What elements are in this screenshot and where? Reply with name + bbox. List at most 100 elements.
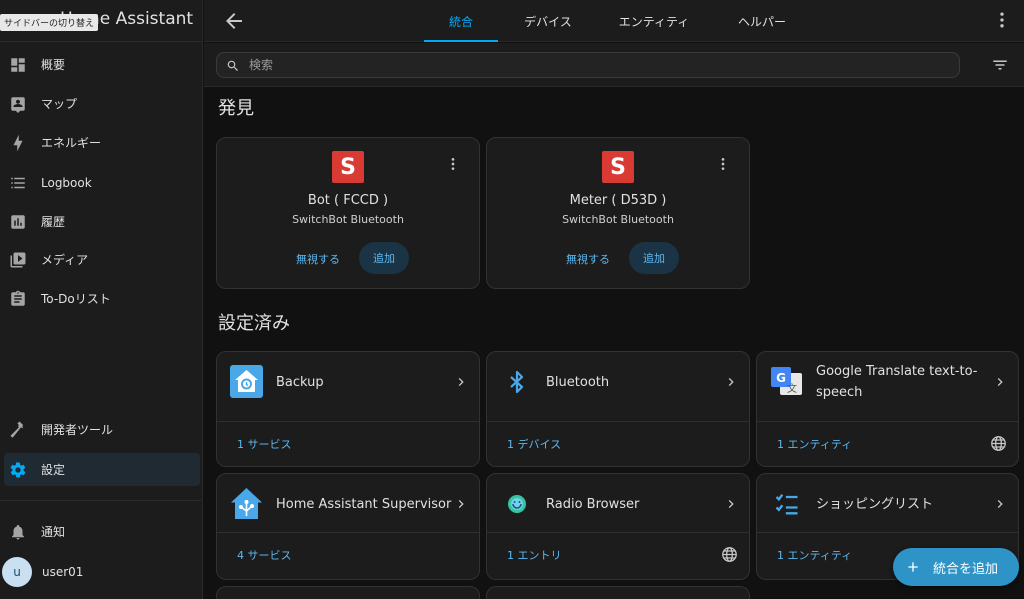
filter-icon[interactable] [991, 56, 1009, 74]
app-root: Home Assistant サイドバーの切り替え 概要 マップ エネルギー L… [0, 0, 1024, 599]
sidebar-item-energy[interactable]: エネルギー [4, 126, 200, 159]
tab-entities[interactable]: エンティティ [604, 0, 704, 42]
integration-name: SwitchBot Bluetooth [562, 213, 674, 226]
ignore-button[interactable]: 無視する [285, 244, 351, 274]
add-button[interactable]: 追加 [359, 242, 409, 274]
sidebar-toggle-tooltip: サイドバーの切り替え [0, 14, 99, 31]
integration-card-partial [486, 586, 750, 599]
sidebar-item-todo[interactable]: To-Doリスト [4, 282, 200, 315]
sidebar-header: Home Assistant サイドバーの切り替え [0, 0, 203, 42]
plus-icon [905, 559, 921, 575]
integration-name: Bluetooth [546, 374, 610, 390]
switchbot-logo-icon: S [332, 151, 364, 183]
bell-icon [9, 523, 27, 541]
avatar: u [2, 556, 32, 587]
sidebar-item-logbook[interactable]: Logbook [4, 166, 200, 199]
sidebar-item-label: 開発者ツール [41, 423, 114, 437]
sidebar-item-label: 設定 [41, 463, 66, 477]
chevron-right-icon [453, 374, 469, 390]
gear-icon [9, 461, 27, 479]
integration-card-header[interactable]: G文 Google Translate text-to-speech [757, 352, 1018, 420]
chevron-right-icon [723, 496, 739, 512]
sidebar-item-history[interactable]: 履歴 [4, 205, 200, 238]
add-integration-button[interactable]: 統合を追加 [893, 548, 1019, 586]
integration-card-supervisor[interactable]: Home Assistant Supervisor 4 サービス [216, 473, 480, 580]
add-integration-label: 統合を追加 [933, 561, 999, 577]
discovered-card: S Meter ( D53D ) SwitchBot Bluetooth 無視す… [486, 137, 750, 289]
devices-link[interactable]: 1 デバイス [507, 436, 561, 452]
chevron-right-icon [992, 374, 1008, 390]
integration-card-partial [216, 586, 480, 599]
discovered-card: S Bot ( FCCD ) SwitchBot Bluetooth 無視する … [216, 137, 480, 289]
services-link[interactable]: 4 サービス [237, 547, 292, 563]
sidebar-item-label: エネルギー [41, 136, 102, 150]
entries-link[interactable]: 1 エントリ [507, 547, 562, 563]
sidebar-item-user[interactable]: u user01 [2, 555, 200, 588]
sidebar-item-map[interactable]: マップ [4, 87, 200, 120]
sidebar-item-label: 通知 [41, 525, 66, 539]
chart-box-icon [9, 213, 27, 231]
integration-card-footer: 4 サービス [217, 532, 479, 579]
integration-card-google-translate[interactable]: G文 Google Translate text-to-speech 1 エンテ… [756, 351, 1019, 467]
back-arrow-icon[interactable] [222, 9, 246, 33]
sidebar-item-label: メディア [41, 253, 89, 267]
hammer-icon [9, 420, 27, 439]
services-link[interactable]: 1 サービス [237, 436, 292, 452]
sidebar-item-settings[interactable]: 設定 [4, 453, 200, 486]
tab-integrations[interactable]: 統合 [424, 0, 498, 42]
sidebar-item-notifications[interactable]: 通知 [4, 515, 200, 548]
integration-card-radio-browser[interactable]: Radio Browser 1 エントリ [486, 473, 750, 580]
sidebar-item-developer-tools[interactable]: 開発者ツール [4, 413, 200, 446]
search-field[interactable] [216, 52, 960, 78]
ignore-button[interactable]: 無視する [555, 244, 621, 274]
sidebar: Home Assistant サイドバーの切り替え 概要 マップ エネルギー L… [0, 0, 203, 599]
search-input[interactable] [249, 53, 949, 77]
search-icon [226, 58, 240, 72]
svg-text:文: 文 [787, 382, 797, 395]
integration-name: Radio Browser [546, 496, 640, 512]
entities-link[interactable]: 1 エンティティ [777, 436, 852, 452]
sidebar-item-label: 概要 [41, 58, 66, 72]
integration-card-bluetooth[interactable]: Bluetooth 1 デバイス [486, 351, 750, 467]
entities-link[interactable]: 1 エンティティ [777, 547, 852, 563]
svg-text:G: G [776, 371, 786, 385]
integration-card-header[interactable]: Bluetooth [487, 352, 749, 420]
globe-icon [721, 546, 738, 563]
sidebar-item-label: To-Doリスト [41, 292, 111, 306]
play-box-icon [9, 251, 27, 269]
integration-card-footer: 1 エントリ [487, 532, 749, 579]
checklist-icon [770, 487, 803, 520]
integration-name: SwitchBot Bluetooth [292, 213, 404, 226]
chevron-right-icon [453, 496, 469, 512]
more-vert-icon[interactable] [715, 154, 731, 174]
tab-helpers[interactable]: ヘルパー [722, 0, 802, 42]
supervisor-house-icon [230, 487, 263, 520]
sidebar-divider [0, 500, 203, 501]
integration-card-header[interactable]: Backup [217, 352, 479, 420]
tab-devices[interactable]: デバイス [508, 0, 588, 42]
more-vert-icon[interactable] [445, 154, 461, 174]
radio-browser-icon [500, 487, 533, 520]
integration-card-footer: 1 サービス [217, 421, 479, 466]
integration-name: Google Translate text-to-speech [816, 364, 978, 400]
backup-house-icon [230, 365, 263, 398]
dashboard-icon [9, 56, 27, 74]
chevron-right-icon [723, 374, 739, 390]
sidebar-item-overview[interactable]: 概要 [4, 48, 200, 81]
search-bar-row [204, 43, 1024, 87]
google-translate-icon: G文 [770, 365, 803, 398]
device-name: Meter ( D53D ) [569, 193, 667, 208]
lightning-icon [9, 134, 27, 152]
add-button[interactable]: 追加 [629, 242, 679, 274]
bluetooth-icon [500, 365, 533, 398]
integration-name: ショッピングリスト [816, 496, 934, 512]
sidebar-item-label: マップ [41, 97, 78, 111]
user-name: user01 [42, 564, 84, 579]
configured-heading: 設定済み [218, 313, 290, 334]
integration-card-backup[interactable]: Backup 1 サービス [216, 351, 480, 467]
chevron-right-icon [992, 496, 1008, 512]
sidebar-item-media[interactable]: メディア [4, 243, 200, 276]
integration-card-footer: 1 エンティティ [757, 421, 1018, 466]
more-vert-icon[interactable] [992, 10, 1012, 30]
sidebar-item-label: 履歴 [41, 215, 66, 229]
